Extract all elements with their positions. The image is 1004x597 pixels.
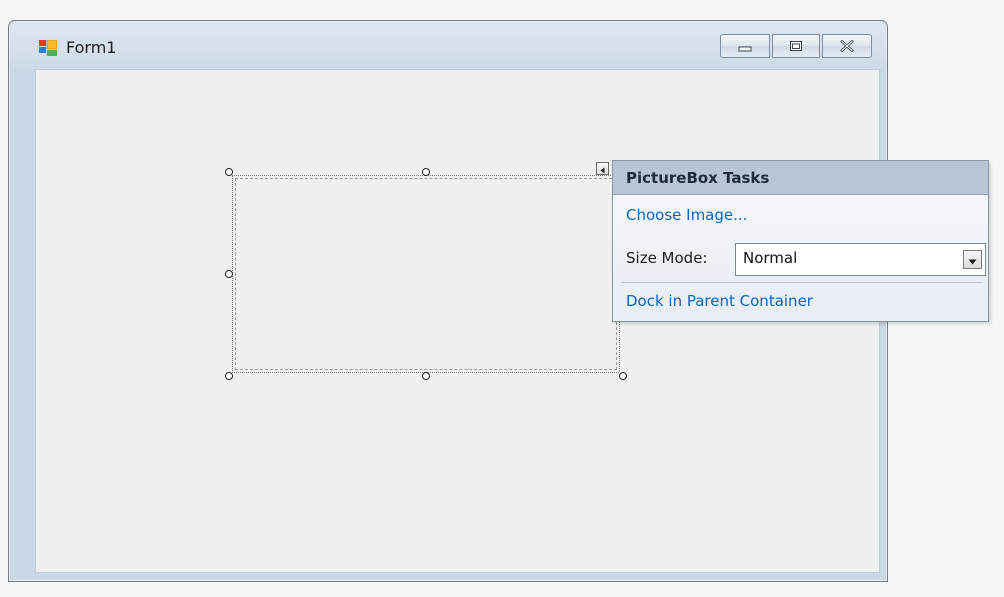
designer-surface: Form1 PictureBox Tasks Choose Image... S… [0, 0, 1004, 597]
resize-handle-top[interactable] [422, 168, 430, 176]
caption-buttons [720, 34, 872, 58]
smart-tag-arrow-icon [599, 159, 606, 178]
picturebox-bounds [235, 178, 617, 370]
size-mode-value: Normal [743, 249, 798, 267]
choose-image-link[interactable]: Choose Image... [626, 206, 747, 224]
size-mode-dropdown[interactable]: Normal [735, 243, 986, 276]
minimize-button[interactable] [720, 34, 770, 58]
close-icon [839, 37, 855, 56]
close-button[interactable] [822, 34, 872, 58]
dock-in-parent-link[interactable]: Dock in Parent Container [626, 292, 813, 310]
title-bar[interactable]: Form1 [9, 21, 887, 67]
resize-handle-bottom[interactable] [422, 372, 430, 380]
size-mode-dropdown-button[interactable] [963, 250, 982, 269]
tasks-divider [621, 282, 982, 283]
resize-handle-top-left[interactable] [225, 168, 233, 176]
picturebox-control[interactable] [229, 172, 623, 376]
smart-tag-button[interactable] [596, 162, 609, 175]
maximize-button[interactable] [772, 34, 820, 58]
resize-handle-bottom-left[interactable] [225, 372, 233, 380]
resize-handle-bottom-right[interactable] [619, 372, 627, 380]
window-title: Form1 [66, 38, 117, 57]
chevron-down-icon [968, 251, 977, 269]
tasks-panel-title: PictureBox Tasks [613, 161, 988, 195]
size-mode-label: Size Mode: [626, 249, 708, 267]
picturebox-tasks-panel: PictureBox Tasks Choose Image... Size Mo… [612, 160, 989, 322]
minimize-icon [738, 37, 752, 56]
form-icon [39, 39, 58, 56]
maximize-icon [789, 37, 803, 56]
resize-handle-left[interactable] [225, 270, 233, 278]
